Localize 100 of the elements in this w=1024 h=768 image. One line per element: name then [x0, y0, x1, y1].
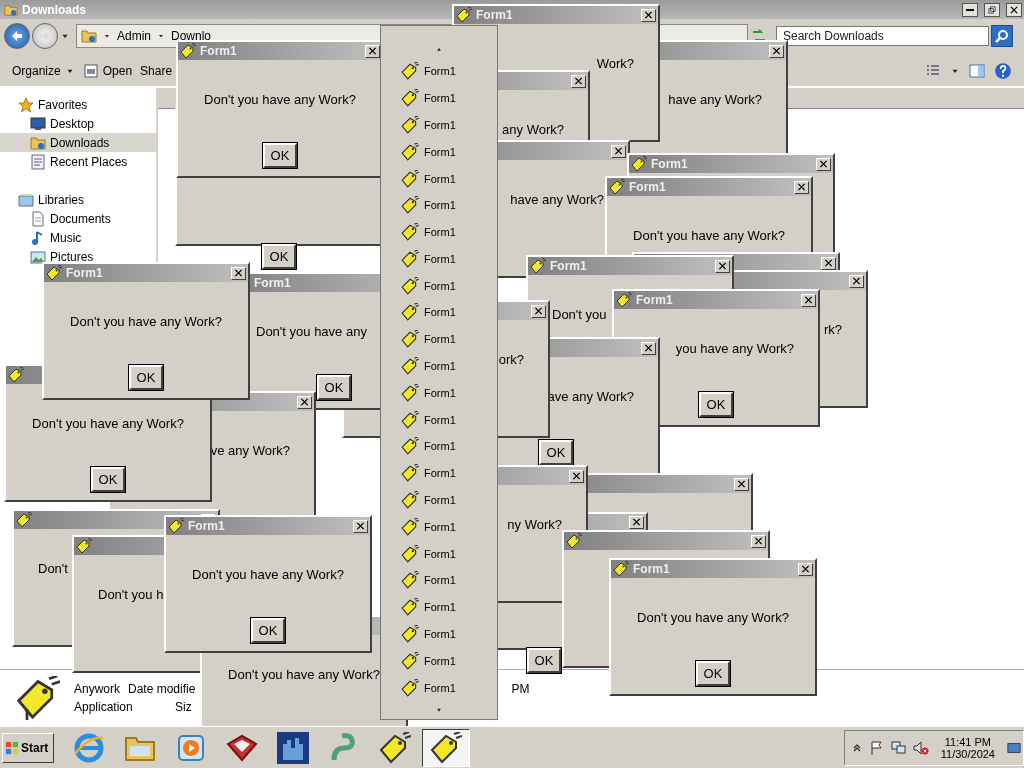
- jump-list-item[interactable]: Form1: [381, 57, 497, 85]
- clock-time[interactable]: 11:41 PM: [944, 736, 991, 748]
- jump-list-item[interactable]: Form1: [381, 352, 497, 380]
- open-button[interactable]: Open: [82, 63, 133, 79]
- nav-item[interactable]: Documents: [0, 209, 156, 228]
- dialog-message: have any Work?: [668, 92, 762, 108]
- close-icon: [631, 517, 642, 527]
- network-icon[interactable]: [890, 740, 907, 756]
- dialog-title: Form1: [66, 266, 103, 280]
- search-button[interactable]: [991, 24, 1013, 47]
- taskbar-button[interactable]: [422, 729, 470, 767]
- jump-list-item[interactable]: Form1: [381, 406, 497, 434]
- help-icon[interactable]: [994, 62, 1012, 80]
- breadcrumb-item[interactable]: Admin: [117, 28, 151, 43]
- close-icon: [753, 536, 764, 546]
- close-icon: [818, 159, 829, 169]
- ok-button[interactable]: OK: [539, 440, 573, 465]
- start-button[interactable]: Start: [2, 733, 54, 763]
- jump-list-item[interactable]: Form1: [381, 165, 497, 192]
- jump-list-item[interactable]: Form1: [381, 486, 497, 514]
- jump-list-item[interactable]: Form1: [381, 138, 497, 166]
- jump-list-item[interactable]: Form1: [381, 84, 497, 112]
- dialog-message: Don't you have any Work?: [228, 667, 380, 683]
- folder-icon: [4, 2, 18, 17]
- clock-date[interactable]: 11/30/2024: [940, 748, 995, 760]
- dialog-message: Don't you have any Work?: [204, 92, 356, 108]
- tag-icon: [16, 512, 32, 528]
- back-button[interactable]: [4, 22, 30, 49]
- monitor-icon: [30, 115, 46, 132]
- nav-item[interactable]: Desktop: [0, 114, 156, 133]
- ok-button[interactable]: OK: [262, 244, 296, 269]
- dialog-message: Don't: [38, 561, 68, 577]
- ok-button[interactable]: OK: [699, 392, 733, 417]
- speaker-icon[interactable]: [912, 740, 929, 756]
- nav-item[interactable]: Favorites: [0, 95, 156, 114]
- toolbar-button[interactable]: Share: [140, 64, 173, 78]
- forward-button[interactable]: [32, 22, 58, 49]
- tag-icon: [401, 115, 419, 134]
- show-desktop-icon[interactable]: [1007, 741, 1021, 755]
- tag-icon: [401, 598, 419, 617]
- tag-icon: [401, 544, 419, 563]
- tag-icon: [566, 533, 582, 549]
- tag-icon: [401, 330, 419, 349]
- star-icon: [18, 96, 34, 113]
- jump-list-item[interactable]: Form1: [381, 620, 497, 648]
- ok-button[interactable]: OK: [696, 661, 730, 686]
- organize-menu[interactable]: Organize: [12, 64, 75, 78]
- library-icon: [18, 191, 34, 208]
- jump-list-item[interactable]: Form1: [381, 674, 497, 702]
- tag-icon: [609, 179, 625, 195]
- close-icon: [851, 276, 862, 286]
- close-icon: [771, 46, 782, 56]
- ok-button[interactable]: OK: [91, 467, 125, 492]
- search-field[interactable]: Search Downloads: [776, 25, 989, 46]
- ok-button[interactable]: OK: [527, 648, 561, 673]
- field-label: Date modifie: [128, 682, 196, 696]
- castle-icon: [277, 732, 309, 764]
- close-icon: [803, 295, 814, 305]
- dialog-title: Form1: [476, 8, 513, 22]
- jump-list-item[interactable]: Form1: [381, 218, 497, 246]
- ok-button[interactable]: OK: [129, 365, 163, 390]
- breadcrumb-item[interactable]: Downlo: [171, 28, 212, 43]
- jump-list-item[interactable]: Form1: [381, 111, 497, 139]
- jump-list-item[interactable]: Form1: [381, 540, 497, 568]
- window-icon: [82, 63, 99, 79]
- jump-list-item[interactable]: Form1: [381, 245, 497, 273]
- jump-list-item[interactable]: Form1: [381, 647, 497, 675]
- minimize-button[interactable]: [962, 2, 978, 17]
- tag-icon: [46, 265, 62, 281]
- restore-button[interactable]: [984, 2, 1000, 17]
- dialog-message: Don't you: [552, 307, 607, 323]
- close-icon: [533, 306, 544, 316]
- jump-list-item[interactable]: Form1: [381, 272, 497, 300]
- jump-list-item[interactable]: Form1: [381, 433, 497, 460]
- ok-button[interactable]: OK: [251, 618, 285, 643]
- ok-button[interactable]: OK: [263, 143, 297, 168]
- close-icon: [717, 261, 728, 271]
- close-button[interactable]: [1006, 2, 1022, 17]
- tag-icon: [631, 156, 647, 172]
- close-icon: [1008, 4, 1020, 15]
- ok-button[interactable]: OK: [317, 375, 351, 400]
- nav-item[interactable]: Pictures: [0, 247, 156, 266]
- jump-list-item[interactable]: Form1: [381, 567, 497, 594]
- preview-pane-icon[interactable]: [968, 63, 986, 79]
- flag-icon[interactable]: [868, 740, 885, 756]
- close-icon: [233, 268, 244, 278]
- close-icon: [355, 521, 366, 531]
- nav-item[interactable]: Recent Places: [0, 152, 156, 171]
- jump-list-item[interactable]: Form1: [381, 299, 497, 326]
- nav-item[interactable]: Downloads: [0, 133, 156, 152]
- jump-list-item[interactable]: Form1: [381, 191, 497, 219]
- jump-list-item[interactable]: Form1: [381, 513, 497, 541]
- nav-item[interactable]: Libraries: [0, 190, 156, 209]
- nav-item[interactable]: Music: [0, 228, 156, 247]
- jump-list-item[interactable]: Form1: [381, 379, 497, 407]
- tag-icon: [76, 538, 92, 554]
- dialog-message: Work?: [596, 56, 634, 72]
- jump-list-item[interactable]: Form1: [381, 459, 497, 487]
- jump-list-item[interactable]: Form1: [381, 593, 497, 621]
- jump-list-item[interactable]: Form1: [381, 325, 497, 353]
